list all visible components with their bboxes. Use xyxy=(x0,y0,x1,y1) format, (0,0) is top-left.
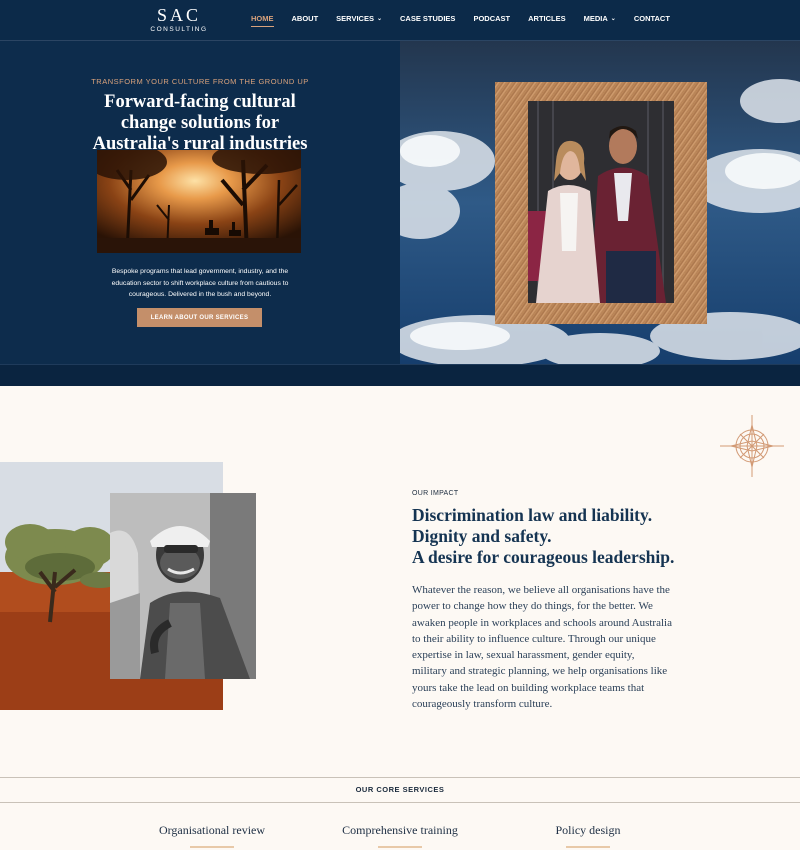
nav-case-studies[interactable]: CASE STUDIES xyxy=(400,14,455,23)
service-underline xyxy=(378,846,422,848)
hero-bottom-band xyxy=(0,364,800,386)
service-policy-design[interactable]: Policy design xyxy=(540,823,636,838)
nav-contact-label: CONTACT xyxy=(633,14,670,23)
service-comprehensive-training[interactable]: Comprehensive training xyxy=(336,823,464,838)
nav-media-label: MEDIA xyxy=(583,14,608,23)
hero-section: TRANSFORM YOUR CULTURE FROM THE GROUND U… xyxy=(0,41,800,386)
impact-title: Discrimination law and liability. Dignit… xyxy=(412,505,772,568)
sunlit-forest-image xyxy=(97,150,301,253)
nav-about-label: ABOUT xyxy=(291,14,319,23)
logo-wordmark: SAC xyxy=(156,5,201,25)
service-organisational-review[interactable]: Organisational review xyxy=(150,823,274,838)
learn-services-button[interactable]: LEARN ABOUT OUR SERVICES xyxy=(137,308,262,327)
services-heading: OUR CORE SERVICES xyxy=(355,785,445,794)
nav-home-label: HOME xyxy=(251,14,274,23)
core-services-bar: OUR CORE SERVICES xyxy=(0,777,800,803)
hero-eyebrow: TRANSFORM YOUR CULTURE FROM THE GROUND U… xyxy=(91,77,309,86)
chevron-down-icon: ⌄ xyxy=(376,16,382,22)
impact-title-line: Dignity and safety. xyxy=(412,526,552,546)
portrait-frame xyxy=(495,82,707,324)
main-menu: HOME ABOUT SERVICES ⌄ CASE STUDIES PODCAS… xyxy=(251,14,688,27)
nav-podcast[interactable]: PODCAST xyxy=(473,14,510,23)
nav-media[interactable]: MEDIA ⌄ xyxy=(584,14,616,23)
impact-title-line: A desire for courageous leadership. xyxy=(412,547,675,567)
top-navigation: SAC CONSULTING HOME ABOUT SERVICES ⌄ CASE… xyxy=(0,0,800,41)
chevron-down-icon: ⌄ xyxy=(610,16,616,22)
service-underline xyxy=(566,846,610,848)
nav-case-studies-label: CASE STUDIES xyxy=(400,14,456,23)
impact-title-line: Discrimination law and liability. xyxy=(412,505,653,525)
worker-portrait-image xyxy=(110,493,256,679)
impact-eyebrow: OUR IMPACT xyxy=(412,490,459,497)
hero-content: TRANSFORM YOUR CULTURE FROM THE GROUND U… xyxy=(0,41,400,364)
nav-podcast-label: PODCAST xyxy=(473,14,511,23)
nav-services[interactable]: SERVICES ⌄ xyxy=(336,14,382,23)
hero-description: Bespoke programs that lead government, i… xyxy=(111,268,289,298)
nav-about[interactable]: ABOUT xyxy=(292,14,319,23)
service-underline xyxy=(190,846,234,848)
impact-images xyxy=(0,462,260,712)
logo[interactable]: SAC CONSULTING xyxy=(143,6,215,33)
hero-visual xyxy=(400,41,800,364)
nav-articles-label: ARTICLES xyxy=(528,14,566,23)
impact-body: Whatever the reason, we believe all orga… xyxy=(412,584,672,711)
nav-services-label: SERVICES xyxy=(336,14,374,23)
nav-articles[interactable]: ARTICLES xyxy=(528,14,566,23)
nav-contact[interactable]: CONTACT xyxy=(634,14,670,23)
logo-subtitle: CONSULTING xyxy=(150,26,208,33)
founders-portrait xyxy=(528,101,674,303)
nav-home[interactable]: HOME xyxy=(251,14,274,27)
compass-emblem-icon xyxy=(720,415,784,477)
